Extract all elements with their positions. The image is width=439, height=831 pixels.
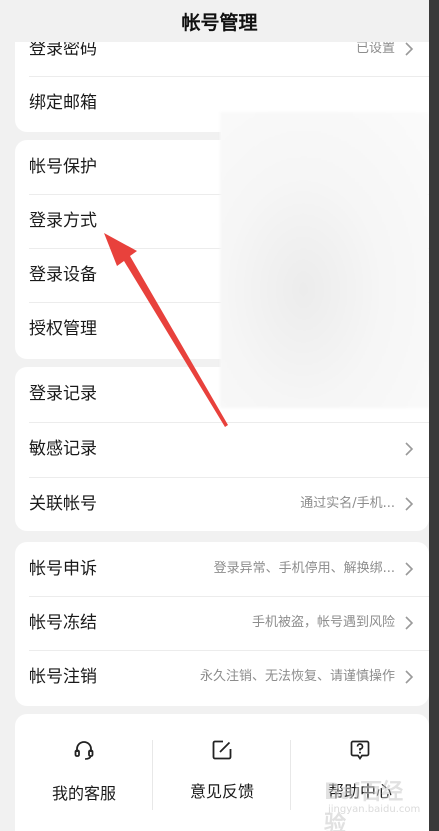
navigation-bar: 帐号管理	[0, 0, 429, 42]
chevron-right-icon	[405, 442, 414, 456]
edit-icon	[212, 740, 232, 760]
account-management-screen: 登录密码 已设置 绑定邮箱 帐号保护 登录方式 登录设备 授权管理 登录记录 敏…	[0, 0, 429, 831]
row-label: 帐号冻结	[29, 613, 97, 633]
tool-label: 意见反馈	[189, 782, 254, 801]
row-label: 授权管理	[29, 319, 97, 339]
row-value: 永久注销、无法恢复、请谨慎操作	[199, 669, 395, 684]
watermark-url: jingyan.baidu.com	[328, 804, 421, 815]
row-label: 登录方式	[29, 211, 97, 231]
chevron-right-icon	[405, 670, 414, 684]
row-value: 登录异常、手机停用、解换绑...	[213, 561, 395, 576]
row-label: 绑定邮箱	[29, 93, 97, 113]
watermark: Bai百经验 jingyan.baidu.com	[320, 774, 421, 831]
row-linked-accounts[interactable]: 关联帐号 通过实名/手机...	[15, 477, 429, 531]
row-account-freeze[interactable]: 帐号冻结 手机被盗，帐号遇到风险	[15, 596, 429, 650]
feedback-button[interactable]: 意见反馈	[153, 714, 291, 831]
chevron-right-icon	[405, 562, 414, 576]
row-value: 手机被盗，帐号遇到风险	[251, 615, 395, 630]
headset-icon	[74, 741, 94, 760]
chevron-right-icon	[405, 42, 414, 56]
tool-label: 我的客服	[51, 784, 116, 803]
blurred-region	[220, 112, 429, 408]
row-sensitive-records[interactable]: 敏感记录	[15, 422, 429, 476]
page-title: 帐号管理	[181, 11, 258, 34]
row-label: 登录设备	[29, 265, 97, 285]
card-account-actions: 帐号申诉 登录异常、手机停用、解换绑... 帐号冻结 手机被盗，帐号遇到风险 帐…	[15, 542, 429, 706]
chevron-right-icon	[405, 616, 414, 630]
chevron-right-icon	[405, 497, 414, 511]
row-label: 登录记录	[29, 384, 97, 404]
customer-service-button[interactable]: 我的客服	[15, 714, 153, 831]
watermark-logo: Bai百经验	[324, 780, 403, 831]
row-account-appeal[interactable]: 帐号申诉 登录异常、手机停用、解换绑...	[15, 542, 429, 596]
row-value: 已设置	[355, 41, 395, 56]
row-account-cancellation[interactable]: 帐号注销 永久注销、无法恢复、请谨慎操作	[15, 650, 429, 704]
row-label: 帐号注销	[29, 667, 97, 687]
help-icon	[350, 740, 370, 761]
row-label: 敏感记录	[29, 439, 97, 459]
row-label: 登录密码	[29, 39, 97, 59]
row-label: 帐号申诉	[29, 559, 97, 579]
row-value: 通过实名/手机...	[300, 496, 395, 511]
row-label: 帐号保护	[29, 157, 97, 177]
row-label: 关联帐号	[29, 494, 97, 514]
